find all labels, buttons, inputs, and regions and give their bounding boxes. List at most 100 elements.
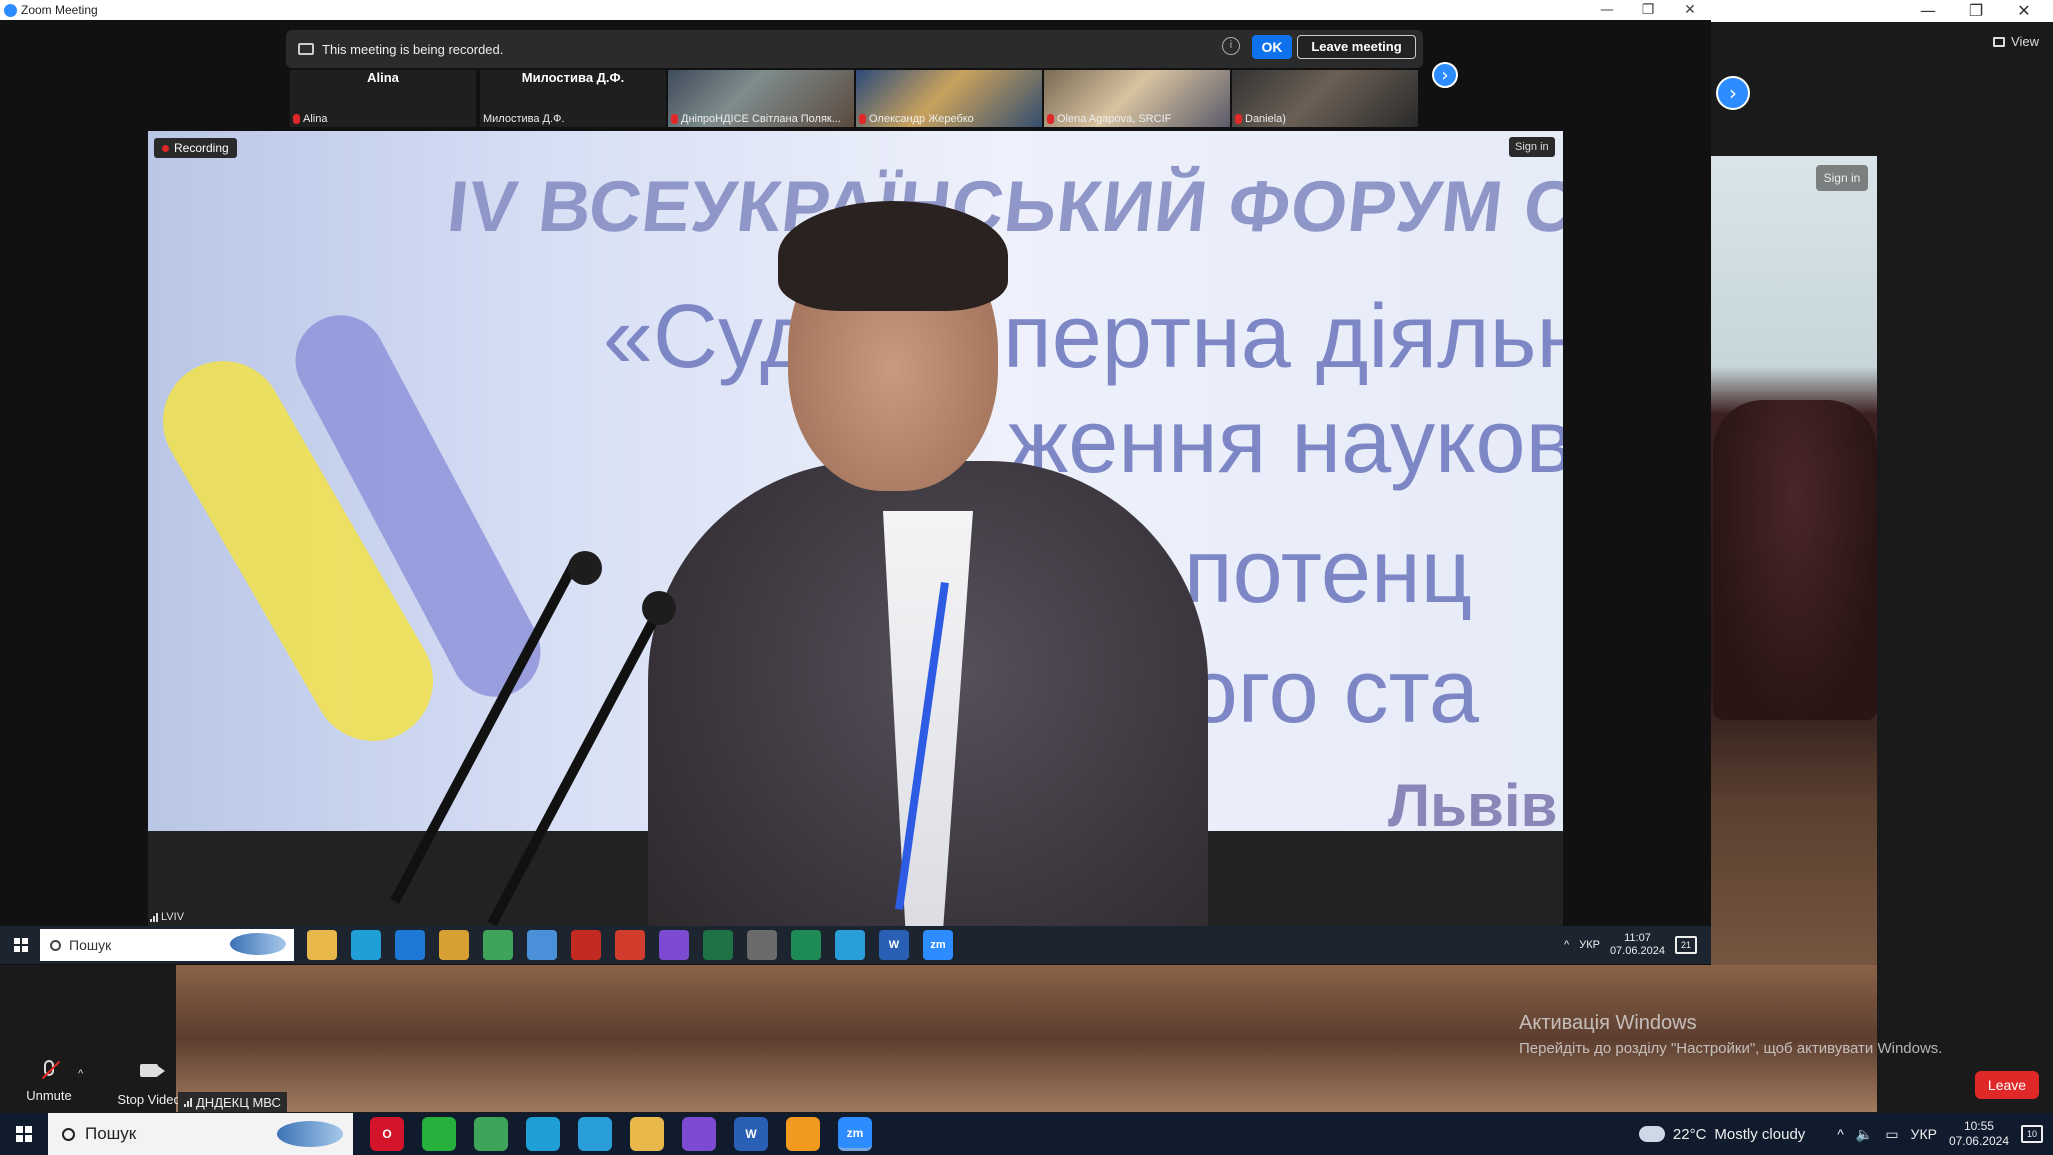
taskbar-time: 10:55 <box>1963 1119 1994 1133</box>
search-icon <box>62 1127 75 1141</box>
taskbar-clock[interactable]: 10:55 07.06.2024 <box>1949 1119 2009 1149</box>
tray-lang[interactable]: УКР <box>1911 1126 1937 1142</box>
windows-activation-subtitle: Перейдіть до розділу "Настройки", щоб ак… <box>1519 1040 1943 1057</box>
participant-name: Милостива Д.Ф. <box>483 113 565 125</box>
mail-icon[interactable] <box>395 930 425 960</box>
telegram-icon[interactable] <box>835 930 865 960</box>
tray-expand-icon[interactable]: ^ <box>1564 939 1569 951</box>
viber-icon[interactable] <box>659 930 689 960</box>
lower-video-area <box>176 965 1877 1112</box>
outer-titlebar: — ❐ ✕ <box>1711 0 2053 22</box>
shared-clock[interactable]: 11:07 07.06.2024 <box>1610 932 1665 958</box>
taskbar-date: 07.06.2024 <box>1948 1134 2009 1148</box>
restore-icon[interactable]: ❐ <box>1628 0 1668 20</box>
edge-icon[interactable] <box>526 1117 560 1151</box>
chrome-icon[interactable] <box>474 1117 508 1151</box>
participant-video-tile[interactable]: Олександр Жеребко <box>856 70 1042 127</box>
network-icon[interactable]: ▭ <box>1885 1126 1898 1143</box>
shared-search-box[interactable]: Пошук <box>40 929 294 961</box>
word-icon[interactable]: W <box>879 930 909 960</box>
participant-tile[interactable]: Милостива Д.Ф. Милостива Д.Ф. <box>480 70 666 127</box>
minimize-icon[interactable]: — <box>1905 0 1951 22</box>
zoom-icon[interactable]: zm <box>838 1117 872 1151</box>
shared-date: 07.06.2024 <box>1609 945 1665 957</box>
banner-city: Львів - <box>1388 772 1563 839</box>
recording-camera-icon <box>298 43 314 55</box>
taskbar-icons: O Wzm <box>361 1117 881 1151</box>
word-icon[interactable]: W <box>734 1117 768 1151</box>
participant-name: Олександр Жеребко <box>869 113 974 125</box>
sign-in-label: Sign in <box>1509 137 1555 157</box>
device-name-text: ДНДЕКЦ МВС <box>196 1094 281 1110</box>
zoom-icon[interactable]: zm <box>923 930 953 960</box>
participant-video-tile[interactable]: Olena Agapova, SRCIF <box>1044 70 1230 127</box>
file-explorer-icon[interactable] <box>307 930 337 960</box>
participant-tile[interactable]: Alina Alina <box>290 70 476 127</box>
windows-activation-title: Активація Windows <box>1519 1012 1697 1034</box>
info-icon[interactable]: i <box>1222 37 1240 55</box>
search-icon <box>50 939 61 951</box>
chrome-icon[interactable] <box>439 930 469 960</box>
settings-app-icon[interactable] <box>747 930 777 960</box>
notifications-icon[interactable]: 21 <box>1675 936 1697 954</box>
main-speaker-video: IV ВСЕУКРАЇНСЬКИЙ ФОРУМ СУДОВИХ ЕКСП «Су… <box>148 131 1563 926</box>
unmute-button[interactable]: Unmute <box>14 1060 84 1103</box>
search-highlight-icon <box>277 1121 343 1147</box>
minimize-icon[interactable]: — <box>1587 0 1627 20</box>
leave-button[interactable]: Leave <box>1975 1071 2039 1099</box>
store-icon[interactable] <box>527 930 557 960</box>
recording-indicator: Recording <box>154 138 237 158</box>
tray-expand-icon[interactable]: ^ <box>1837 1126 1844 1142</box>
zoom-logo-icon <box>4 3 17 17</box>
view-button[interactable]: View <box>1993 34 2039 49</box>
participant-video-tile[interactable]: ДніпроНДІСЕ Світлана Поляк... <box>668 70 854 127</box>
edge-icon[interactable] <box>351 930 381 960</box>
unmute-label: Unmute <box>26 1088 72 1103</box>
notifications-icon[interactable]: 10 <box>2021 1125 2043 1143</box>
side-video-chair <box>1713 400 1877 720</box>
ok-button[interactable]: OK <box>1252 35 1292 59</box>
windows-start-icon[interactable] <box>14 938 28 952</box>
volume-icon[interactable]: 🔈 <box>1856 1126 1873 1143</box>
acrobat-icon[interactable] <box>571 930 601 960</box>
whatsapp-icon[interactable] <box>422 1117 456 1151</box>
mic-muted-icon <box>1047 114 1054 124</box>
recording-message: This meeting is being recorded. <box>322 41 504 57</box>
shared-taskbar: Пошук Wzm ^ УКР 11:07 07.06.2024 21 <box>0 926 1711 964</box>
audio-options-caret-icon[interactable]: ^ <box>78 1068 83 1080</box>
microphone-icon <box>642 591 676 625</box>
sheets-icon[interactable] <box>791 930 821 960</box>
app-orange-icon[interactable] <box>786 1117 820 1151</box>
recording-label: Recording <box>174 141 229 155</box>
mic-muted-icon <box>1235 114 1242 124</box>
weather-widget[interactable]: 22°C Mostly cloudy <box>1632 1120 1806 1143</box>
gallery-next-arrow-icon[interactable]: › <box>1716 76 1750 110</box>
cloud-sun-icon <box>1632 1120 1665 1142</box>
close-icon[interactable]: ✕ <box>1670 0 1710 20</box>
participants-next-arrow-icon[interactable]: › <box>1432 62 1458 88</box>
opera-icon[interactable]: O <box>370 1117 404 1151</box>
viber-icon[interactable] <box>682 1117 716 1151</box>
file-explorer-icon[interactable] <box>630 1117 664 1151</box>
banner-line: ження науков <box>1008 392 1563 492</box>
signal-bars-icon <box>150 912 158 922</box>
leave-meeting-button[interactable]: Leave meeting <box>1297 35 1416 59</box>
close-icon[interactable]: ✕ <box>2001 0 2047 22</box>
search-placeholder: Пошук <box>69 937 112 953</box>
speaker-hair <box>778 201 1008 311</box>
participant-name: ДніпроНДІСЕ Світлана Поляк... <box>681 113 841 125</box>
weather-text: Mostly cloudy <box>1714 1125 1806 1143</box>
restore-icon[interactable]: ❐ <box>1953 0 1999 22</box>
tray-lang[interactable]: УКР <box>1579 939 1600 951</box>
banner-line: пертна діяльні <box>1003 287 1563 387</box>
windows-start-icon[interactable] <box>16 1126 32 1142</box>
side-sign-in-label: Sign in <box>1816 165 1868 191</box>
stop-video-button[interactable]: Stop Video <box>114 1060 184 1107</box>
taskbar-search-box[interactable]: Пошук <box>48 1113 353 1155</box>
app-red-icon[interactable] <box>615 930 645 960</box>
signal-bars-icon <box>184 1097 192 1107</box>
telegram-icon[interactable] <box>578 1117 612 1151</box>
excel-icon[interactable] <box>703 930 733 960</box>
participant-video-tile[interactable]: Daniela) <box>1232 70 1418 127</box>
chrome-icon[interactable] <box>483 930 513 960</box>
